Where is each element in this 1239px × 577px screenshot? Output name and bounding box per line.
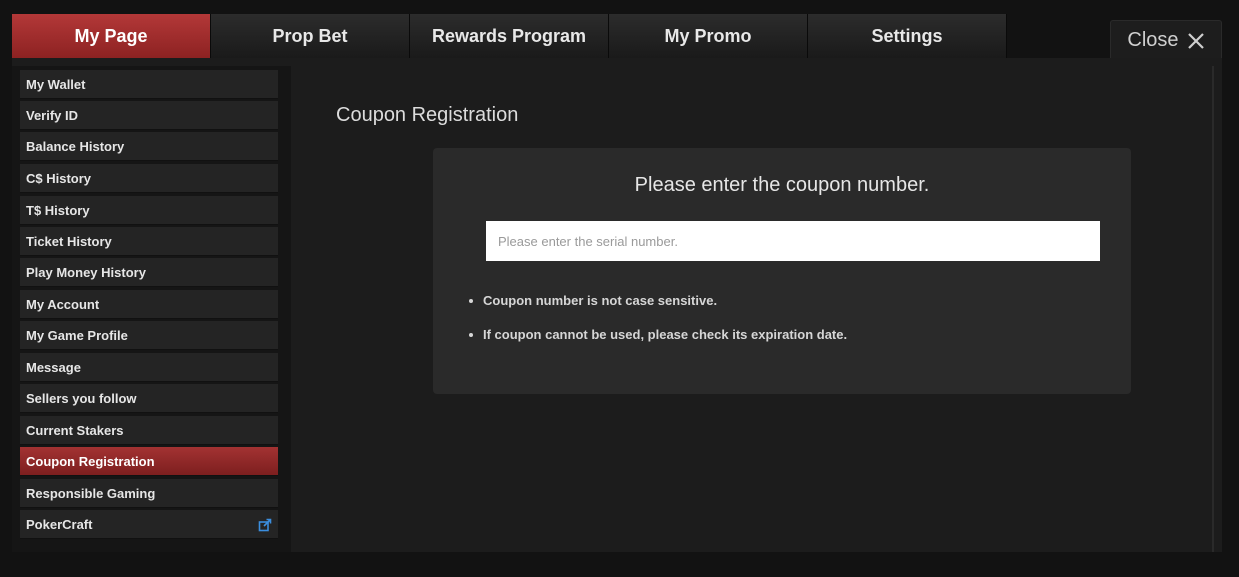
- sidebar-item-label: PokerCraft: [26, 516, 93, 532]
- tab-my-page[interactable]: My Page: [12, 14, 211, 58]
- sidebar-item-responsible-gaming[interactable]: Responsible Gaming: [20, 479, 278, 508]
- tab-my-promo[interactable]: My Promo: [609, 14, 808, 58]
- sidebar-item-ts-history[interactable]: T$ History: [20, 196, 278, 225]
- sidebar-item-current-stakers[interactable]: Current Stakers: [20, 416, 278, 445]
- notes-list: Coupon number is not case sensitive. If …: [467, 293, 847, 361]
- tab-settings[interactable]: Settings: [808, 14, 1007, 58]
- close-icon: [1187, 32, 1204, 49]
- close-button[interactable]: Close: [1110, 20, 1222, 60]
- external-link-icon: [258, 518, 272, 532]
- tab-rewards-program[interactable]: Rewards Program: [410, 14, 609, 58]
- tab-prop-bet[interactable]: Prop Bet: [211, 14, 410, 58]
- sidebar-menu: My Wallet Verify ID Balance History C$ H…: [12, 66, 291, 552]
- list-item: If coupon cannot be used, please check i…: [467, 327, 847, 361]
- sidebar-item-play-money-history[interactable]: Play Money History: [20, 258, 278, 287]
- close-label: Close: [1127, 29, 1179, 51]
- coupon-panel: Please enter the coupon number. Coupon n…: [433, 148, 1131, 394]
- sidebar-item-my-wallet[interactable]: My Wallet: [20, 70, 278, 99]
- sidebar-item-verify-id[interactable]: Verify ID: [20, 101, 278, 130]
- page-title: Coupon Registration: [336, 104, 519, 126]
- content-divider: [1212, 66, 1214, 552]
- sidebar-item-cs-history[interactable]: C$ History: [20, 164, 278, 193]
- serial-number-input[interactable]: [486, 221, 1100, 261]
- sidebar-item-ticket-history[interactable]: Ticket History: [20, 227, 278, 256]
- top-tab-bar: My Page Prop Bet Rewards Program My Prom…: [12, 14, 1008, 58]
- sidebar-item-pokercraft[interactable]: PokerCraft: [20, 510, 278, 539]
- my-page-window: My Page Prop Bet Rewards Program My Prom…: [0, 0, 1239, 577]
- panel-heading: Please enter the coupon number.: [634, 174, 930, 196]
- sidebar-item-balance-history[interactable]: Balance History: [20, 132, 278, 161]
- sidebar-item-my-account[interactable]: My Account: [20, 290, 278, 319]
- list-item: Coupon number is not case sensitive.: [467, 293, 847, 327]
- sidebar-item-coupon-registration[interactable]: Coupon Registration: [20, 447, 278, 476]
- sidebar-item-sellers-you-follow[interactable]: Sellers you follow: [20, 384, 278, 413]
- sidebar-item-my-game-profile[interactable]: My Game Profile: [20, 321, 278, 350]
- sidebar-item-message[interactable]: Message: [20, 353, 278, 382]
